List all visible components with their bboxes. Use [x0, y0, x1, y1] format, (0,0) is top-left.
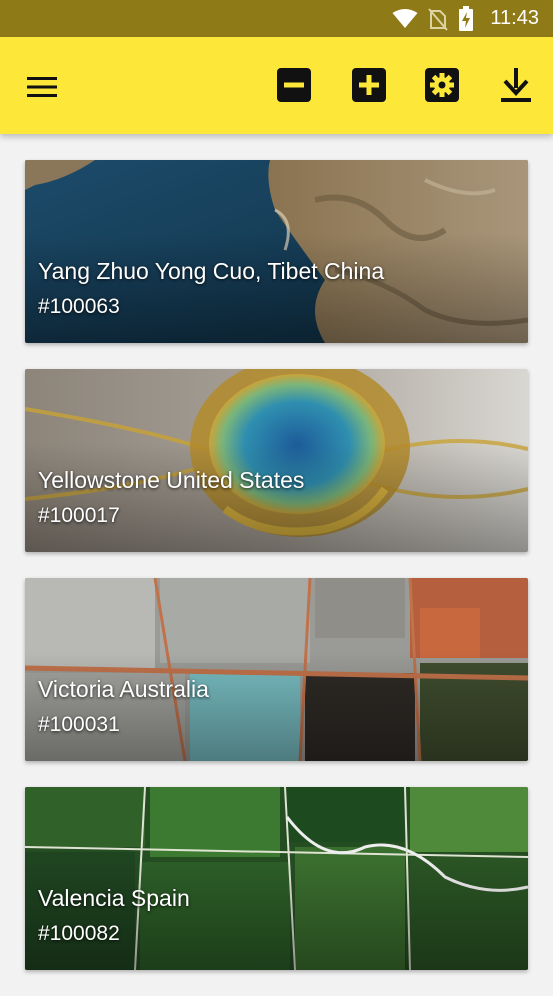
card-code: #100031 — [38, 713, 120, 736]
download-icon[interactable] — [496, 65, 536, 105]
wallpaper-card[interactable]: Valencia Spain #100082 — [25, 787, 528, 970]
zoom-in-icon[interactable] — [351, 67, 387, 103]
card-code: #100082 — [38, 922, 120, 945]
battery-charging-icon — [458, 5, 474, 32]
wifi-icon — [392, 8, 418, 30]
card-code: #100063 — [38, 295, 120, 318]
card-title: Yang Zhuo Yong Cuo, Tibet China — [38, 258, 385, 284]
wallpaper-card[interactable]: Yang Zhuo Yong Cuo, Tibet China #100063 — [25, 160, 528, 343]
settings-icon[interactable] — [424, 67, 460, 103]
status-bar: 11:43 — [0, 0, 553, 37]
wallpaper-card[interactable]: Victoria Australia #100031 — [25, 578, 528, 761]
card-code: #100017 — [38, 504, 120, 527]
card-title: Victoria Australia — [38, 676, 209, 702]
hamburger-menu-icon[interactable] — [20, 65, 64, 109]
status-time: 11:43 — [490, 7, 539, 29]
card-title: Yellowstone United States — [38, 467, 305, 493]
card-title: Valencia Spain — [38, 885, 190, 911]
wallpaper-card[interactable]: Yellowstone United States #100017 — [25, 369, 528, 552]
no-sim-icon — [428, 7, 449, 31]
wallpaper-list: Yang Zhuo Yong Cuo, Tibet China #100063 — [25, 160, 528, 996]
app-toolbar — [0, 37, 553, 134]
zoom-out-icon[interactable] — [276, 67, 312, 103]
